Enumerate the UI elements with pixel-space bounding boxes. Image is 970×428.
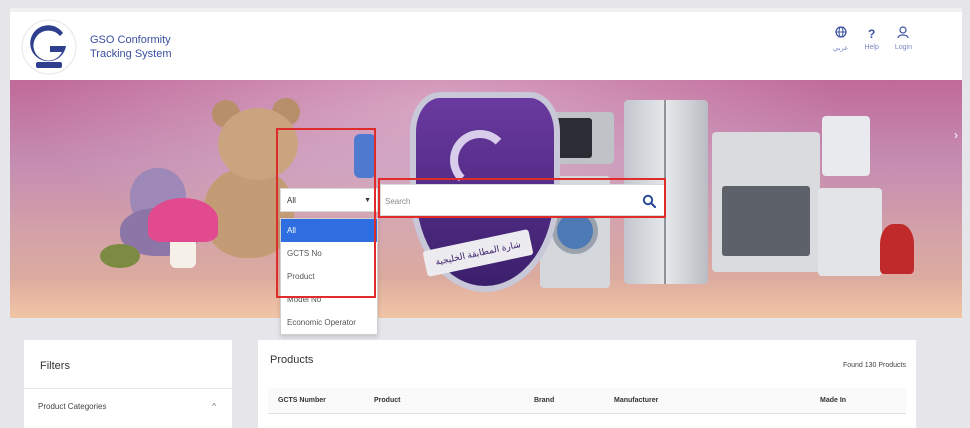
shield-arc-image: [450, 130, 510, 190]
product-categories-toggle[interactable]: Product Categories: [38, 402, 106, 411]
products-panel: Products Found 130 Products GCTS Number …: [258, 340, 916, 428]
filters-panel: Filters Product Categories ^: [24, 340, 232, 428]
banner-next-arrow-icon[interactable]: ›: [954, 128, 962, 144]
language-link[interactable]: عربي: [832, 26, 849, 52]
column-header-product[interactable]: Product: [364, 397, 524, 404]
column-header-brand[interactable]: Brand: [524, 397, 604, 404]
table-header-row: GCTS Number Product Brand Manufacturer M…: [268, 388, 906, 414]
bottle-image: [354, 134, 376, 178]
teddy-bear-head-image: [218, 108, 298, 180]
column-header-gcts-number[interactable]: GCTS Number: [268, 397, 364, 404]
user-icon: [896, 26, 910, 42]
chevron-up-icon[interactable]: ^: [212, 402, 216, 411]
top-links: عربي ? Help Login: [833, 26, 912, 52]
category-selected-value: All: [287, 195, 296, 205]
mushroom-toy-cap-image: [148, 198, 218, 242]
search-input[interactable]: [385, 191, 625, 211]
brand-line-1: GSO Conformity: [90, 34, 171, 46]
water-heater-image: [822, 116, 870, 176]
dropdown-option-all[interactable]: All: [281, 219, 377, 242]
filters-title: Filters: [40, 360, 70, 372]
search-icon[interactable]: [639, 191, 659, 211]
brand-line-2: Tracking System: [90, 48, 172, 60]
products-found-count: Found 130 Products: [842, 362, 906, 369]
globe-icon: [834, 26, 848, 42]
category-dropdown: All GCTS No Product Model No Economic Op…: [280, 218, 378, 335]
category-select[interactable]: All ▼: [280, 188, 378, 212]
dropdown-option-model-no[interactable]: Model No: [281, 288, 377, 311]
login-link[interactable]: Login: [895, 26, 912, 52]
help-label: Help: [864, 44, 879, 51]
caret-down-icon: ▼: [364, 196, 371, 204]
products-title: Products: [270, 354, 314, 366]
top-load-washer-image: [818, 188, 882, 276]
column-header-manufacturer[interactable]: Manufacturer: [604, 397, 810, 404]
dropdown-option-economic-operator[interactable]: Economic Operator: [281, 311, 377, 334]
divider: [24, 388, 232, 389]
search-box: [380, 184, 666, 216]
brand-title: GSO Conformity Tracking System: [90, 33, 172, 61]
dropdown-option-gcts-no[interactable]: GCTS No: [281, 242, 377, 265]
stove-oven-image: [722, 186, 810, 256]
gso-logo[interactable]: [20, 18, 78, 76]
app-header: GSO Conformity Tracking System عربي ? He…: [10, 8, 962, 80]
column-header-made-in[interactable]: Made In: [810, 397, 906, 404]
kettle-image: [880, 224, 914, 274]
turtle-toy-image: [100, 244, 140, 268]
language-label: عربي: [832, 45, 849, 52]
login-label: Login: [894, 44, 912, 51]
help-link[interactable]: ? Help: [864, 26, 878, 52]
dropdown-option-product[interactable]: Product: [281, 265, 377, 288]
products-table: GCTS Number Product Brand Manufacturer M…: [268, 388, 906, 428]
help-icon: ?: [867, 27, 876, 41]
